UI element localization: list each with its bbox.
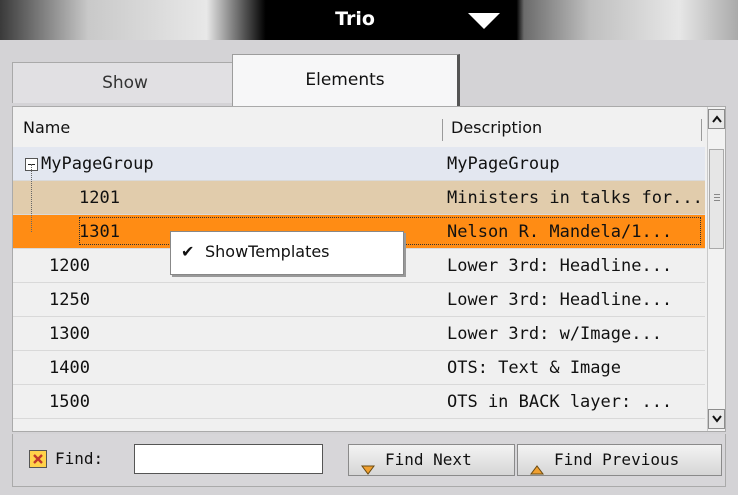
triangle-up-icon <box>530 455 544 485</box>
close-find-button[interactable] <box>29 450 47 468</box>
triangle-down-icon <box>361 455 375 485</box>
scroll-up-button[interactable] <box>708 109 725 129</box>
grip-icon <box>714 194 720 195</box>
find-bar: Find: Find Next Find Previous <box>12 434 726 487</box>
chevron-down-icon <box>709 415 724 423</box>
context-menu: ✔ ShowTemplates <box>170 231 404 275</box>
row-name: 1400 <box>49 358 90 378</box>
row-description: Ministers in talks for... <box>447 188 703 208</box>
tab-elements[interactable]: Elements <box>232 54 460 109</box>
table-body: MyPageGroup MyPageGroup 1201 Ministers i… <box>13 147 705 431</box>
table-row[interactable]: 1201 Ministers in talks for... <box>13 181 705 215</box>
find-previous-button[interactable]: Find Previous <box>517 444 722 476</box>
column-divider[interactable] <box>442 119 443 141</box>
tree-connector-line <box>31 164 32 232</box>
row-name: 1301 <box>79 222 120 242</box>
row-description: OTS: Text & Image <box>447 358 621 378</box>
table-row[interactable]: 1300 Lower 3rd: w/Image... <box>13 317 705 351</box>
checkmark-icon: ✔ <box>181 242 195 261</box>
column-description-header[interactable]: Description <box>451 107 542 149</box>
column-divider[interactable] <box>701 119 702 141</box>
tab-show[interactable]: Show <box>12 62 238 103</box>
table-row[interactable]: 1400 OTS: Text & Image <box>13 351 705 385</box>
row-name: 1200 <box>49 256 90 276</box>
row-name: MyPageGroup <box>41 154 154 174</box>
menu-item-label: ShowTemplates <box>205 242 330 261</box>
column-name-header[interactable]: Name <box>23 107 70 149</box>
triangle-down-icon <box>466 10 502 32</box>
find-previous-label: Find Previous <box>554 450 680 469</box>
row-description: Lower 3rd: w/Image... <box>447 324 662 344</box>
find-next-button[interactable]: Find Next <box>348 444 515 476</box>
row-description: Nelson R. Mandela/1... <box>447 222 673 242</box>
table-row-group[interactable]: MyPageGroup MyPageGroup <box>13 147 705 181</box>
column-header: Name Description <box>13 107 703 148</box>
tab-strip: Show Elements <box>6 54 734 109</box>
window-title: Trio <box>335 8 375 30</box>
row-description: MyPageGroup <box>447 154 560 174</box>
table-row[interactable]: 1500 OTS in BACK layer: ... <box>13 385 705 419</box>
scroll-down-button[interactable] <box>708 409 725 429</box>
row-name: 1500 <box>49 392 90 412</box>
row-name: 1300 <box>49 324 90 344</box>
find-label: Find: <box>55 449 104 468</box>
row-name: 1250 <box>49 290 90 310</box>
table-row[interactable]: 1250 Lower 3rd: Headline... <box>13 283 705 317</box>
row-description: OTS in BACK layer: ... <box>447 392 673 412</box>
find-input[interactable] <box>134 444 323 474</box>
menu-item-showtemplates[interactable]: ✔ ShowTemplates <box>177 236 397 268</box>
find-next-label: Find Next <box>385 450 472 469</box>
vertical-scrollbar[interactable] <box>707 107 725 431</box>
row-description: Lower 3rd: Headline... <box>447 256 673 276</box>
row-name: 1201 <box>79 188 120 208</box>
scrollbar-thumb[interactable] <box>709 149 724 249</box>
title-dropdown-button[interactable] <box>466 10 502 32</box>
chevron-up-icon <box>709 115 724 123</box>
close-icon <box>30 453 46 465</box>
row-description: Lower 3rd: Headline... <box>447 290 673 310</box>
title-bar: Trio <box>0 0 738 40</box>
